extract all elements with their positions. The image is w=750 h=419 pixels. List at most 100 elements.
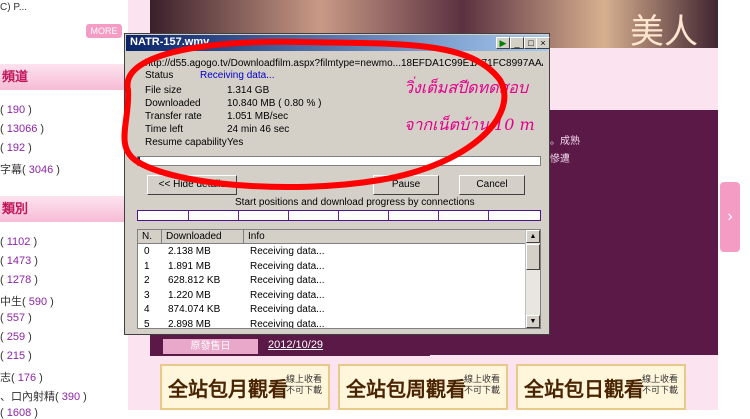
watch-plan-title: 全站包周觀看 xyxy=(346,377,466,401)
cancel-button[interactable]: Cancel xyxy=(459,175,525,195)
sidebar-list-item[interactable]: 中生( 590 ) xyxy=(0,293,54,309)
table-row[interactable]: 3 1.220 MB Receiving data... xyxy=(138,288,526,303)
watch-plan-note-line: 不可下載 xyxy=(463,385,500,395)
sidebar-item-count: 390 xyxy=(61,391,81,403)
minimize-icon[interactable]: _ xyxy=(510,37,524,49)
sidebar-item-count: 13066 xyxy=(6,123,38,135)
watch-plan-note-line: 不可下載 xyxy=(641,385,678,395)
watch-plan-note: 線上收看 不可下載 xyxy=(642,374,678,396)
more-button[interactable]: MORE xyxy=(86,24,122,38)
annotation-line-2: จากเน็ตบ้าน 10 m xyxy=(404,115,535,134)
sidebar-list-item[interactable]: ( 1102 ) xyxy=(0,236,37,248)
info-field-value: 1.314 GB xyxy=(227,85,270,96)
header-number[interactable]: N. xyxy=(138,230,162,243)
dialog-titlebar[interactable]: NATR-157.wmv ▶ _ □ × xyxy=(126,35,550,51)
sidebar-list-item[interactable]: 、口內射精( 390 ) xyxy=(0,388,87,404)
sidebar-list-item[interactable]: ( 1473 ) xyxy=(0,255,38,267)
watch-plan-note-line: 線上收看 xyxy=(285,374,322,384)
watch-plan-title: 全站包月觀看 xyxy=(168,377,288,401)
watch-plan-button[interactable]: 全站包月觀看 線上收看 不可下載 xyxy=(160,364,330,410)
sidebar-item-label: ( xyxy=(0,255,4,267)
cell-info: Receiving data... xyxy=(250,304,325,315)
cell-downloaded: 2.138 MB xyxy=(168,246,211,257)
sidebar-list-item[interactable]: ( 259 ) xyxy=(0,331,32,343)
watch-plan-title: 全站包日觀看 xyxy=(524,377,644,401)
cell-number: 5 xyxy=(144,318,150,329)
sidebar-list-item[interactable]: 字幕( 3046 ) xyxy=(0,161,60,177)
sidebar-item-label: ( xyxy=(0,312,4,324)
connection-start-marker xyxy=(338,211,339,220)
close-icon[interactable]: × xyxy=(536,37,550,49)
table-row[interactable]: 5 2.898 MB Receiving data... xyxy=(138,317,526,329)
table-row[interactable]: 1 1.891 MB Receiving data... xyxy=(138,259,526,274)
sidebar-item-suffix: ) xyxy=(28,142,32,154)
cell-number: 3 xyxy=(144,289,150,301)
scroll-down-icon[interactable]: ▼ xyxy=(526,315,540,328)
table-row[interactable]: 4 874.074 KB Receiving data... xyxy=(138,302,526,317)
info-field-label: Downloaded xyxy=(145,98,201,109)
info-field-label: File size xyxy=(145,85,182,96)
sidebar-list-item[interactable]: ( 1278 ) xyxy=(0,274,38,286)
sidebar-section-categories: 類別 xyxy=(0,196,128,222)
sidebar-item-suffix: ) xyxy=(34,274,38,286)
table-row[interactable]: 2 628.812 KB Receiving data... xyxy=(138,273,526,288)
release-date-value[interactable]: 2012/10/29 xyxy=(268,339,323,351)
sidebar-item-suffix: ) xyxy=(40,123,45,135)
table-scrollbar[interactable]: ▲ ▼ xyxy=(525,230,540,328)
cell-info: Receiving data... xyxy=(250,275,325,286)
sidebar-item-count: 557 xyxy=(6,312,26,324)
sidebar-list-item[interactable]: 志( 176 ) xyxy=(0,369,43,385)
sidebar-item-label: 、口內射精( xyxy=(0,391,59,403)
watch-plan-note: 線上收看 不可下載 xyxy=(286,374,322,396)
play-icon[interactable]: ▶ xyxy=(496,37,510,49)
table-row[interactable]: 0 2.138 MB Receiving data... xyxy=(138,244,526,259)
connection-start-marker xyxy=(288,211,289,220)
connection-start-marker xyxy=(188,211,189,220)
info-field-value: Yes xyxy=(227,137,244,148)
progress-fill xyxy=(138,157,140,165)
info-field-label: Resume capability xyxy=(145,137,227,148)
sidebar-item-label: 志( xyxy=(0,372,15,384)
scroll-up-icon[interactable]: ▲ xyxy=(526,230,540,243)
cell-info: Receiving data... xyxy=(250,289,325,301)
cell-number: 0 xyxy=(144,246,150,257)
sidebar-item-suffix: ) xyxy=(28,350,32,362)
sidebar-list-item[interactable]: ( 215 ) xyxy=(0,350,32,362)
connection-start-marker xyxy=(488,211,489,220)
sidebar-item-count: 176 xyxy=(17,372,37,384)
sidebar-list-item[interactable]: ( 190 ) xyxy=(0,104,32,116)
annotation-line-1: วิ่งเต็มสปีดทดสอบ xyxy=(404,78,528,97)
sidebar-item-label: 中生( xyxy=(0,296,26,308)
header-downloaded[interactable]: Downloaded xyxy=(162,230,244,243)
hide-details-button[interactable]: << Hide details xyxy=(147,175,237,195)
sidebar-list-item[interactable]: ( 1608 ) xyxy=(0,407,38,419)
watch-plan-note: 線上收看 不可下載 xyxy=(464,374,500,396)
connections-table: N. Downloaded Info 0 2.138 MB Receiving … xyxy=(137,229,541,329)
sidebar-item-label: ( xyxy=(0,142,4,154)
scroll-thumb[interactable] xyxy=(526,244,540,270)
sidebar-item-label: ( xyxy=(0,123,4,135)
download-url: http://d55.agogo.tv/Downloadfilm.aspx?fi… xyxy=(145,58,543,69)
info-field-value: 24 min 46 sec xyxy=(227,124,290,135)
watch-plan-button[interactable]: 全站包周觀看 線上收看 不可下載 xyxy=(338,364,508,410)
sidebar-list-item[interactable]: ( 13066 ) xyxy=(0,123,44,135)
cell-number: 4 xyxy=(144,304,150,315)
header-info[interactable]: Info xyxy=(244,230,526,243)
next-arrow-button[interactable]: › xyxy=(720,182,740,252)
cell-downloaded: 2.898 MB xyxy=(168,318,211,329)
pause-button[interactable]: Pause xyxy=(373,175,439,195)
status-value: Receiving data... xyxy=(200,70,275,81)
watch-plan-button[interactable]: 全站包日觀看 線上收看 不可下載 xyxy=(516,364,686,410)
cell-number: 2 xyxy=(144,275,150,286)
sidebar-list-item[interactable]: ( 557 ) xyxy=(0,312,32,324)
watch-plan-note-line: 不可下載 xyxy=(285,385,322,395)
sidebar-item-count: 1473 xyxy=(6,255,32,267)
connection-start-marker xyxy=(388,211,389,220)
cell-info: Receiving data... xyxy=(250,260,325,272)
connection-start-marker xyxy=(238,211,239,220)
sidebar-section-title: 頻道 xyxy=(2,69,29,84)
sidebar-item-label: ( xyxy=(0,274,4,286)
sidebar-item-suffix: ) xyxy=(33,236,38,248)
sidebar-item-count: 3046 xyxy=(28,164,54,176)
sidebar-list-item[interactable]: ( 192 ) xyxy=(0,142,32,154)
